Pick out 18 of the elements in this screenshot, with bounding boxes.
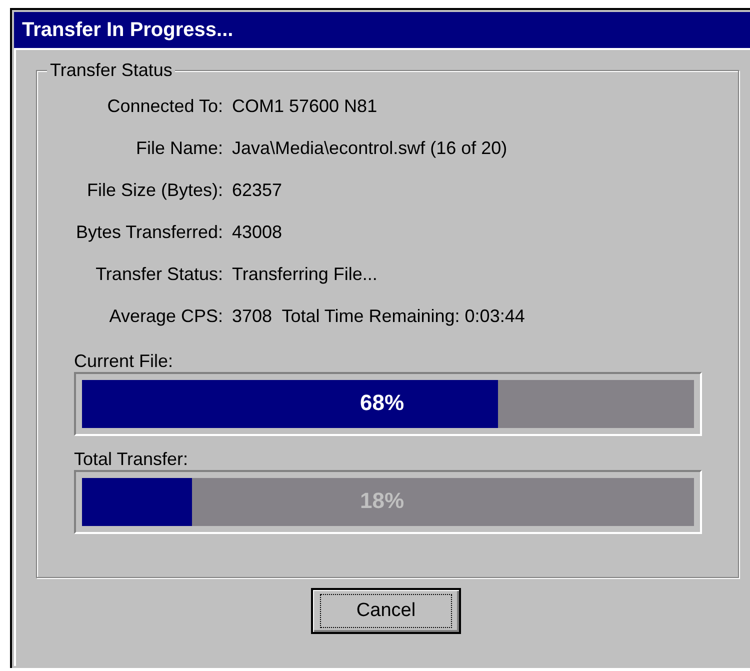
progress-label: Current File:	[74, 350, 174, 372]
field-label: File Size (Bytes):	[86, 179, 223, 202]
field-label: Bytes Transferred:	[74, 221, 223, 244]
field-value: 62357	[232, 179, 282, 202]
field-value: 43008	[232, 221, 282, 244]
field-value: 3708 Total Time Remaining: 0:03:44	[232, 305, 525, 328]
field-label: Transfer Status:	[94, 263, 223, 286]
progress-percent: 68%	[360, 389, 404, 417]
progress-label: Total Transfer:	[74, 448, 190, 470]
window-title: Transfer In Progress...	[14, 12, 750, 48]
field-label: File Name:	[134, 137, 223, 160]
cancel-button[interactable]: Cancel	[311, 588, 461, 634]
field-label: Connected To:	[106, 95, 223, 118]
field-label: Average CPS:	[108, 305, 223, 328]
field-value: Transferring File...	[232, 263, 378, 286]
progress-percent: 18%	[360, 487, 404, 515]
field-value: COM1 57600 N81	[232, 95, 378, 118]
field-value: Java\Media\econtrol.swf (16 of 20)	[232, 137, 508, 160]
